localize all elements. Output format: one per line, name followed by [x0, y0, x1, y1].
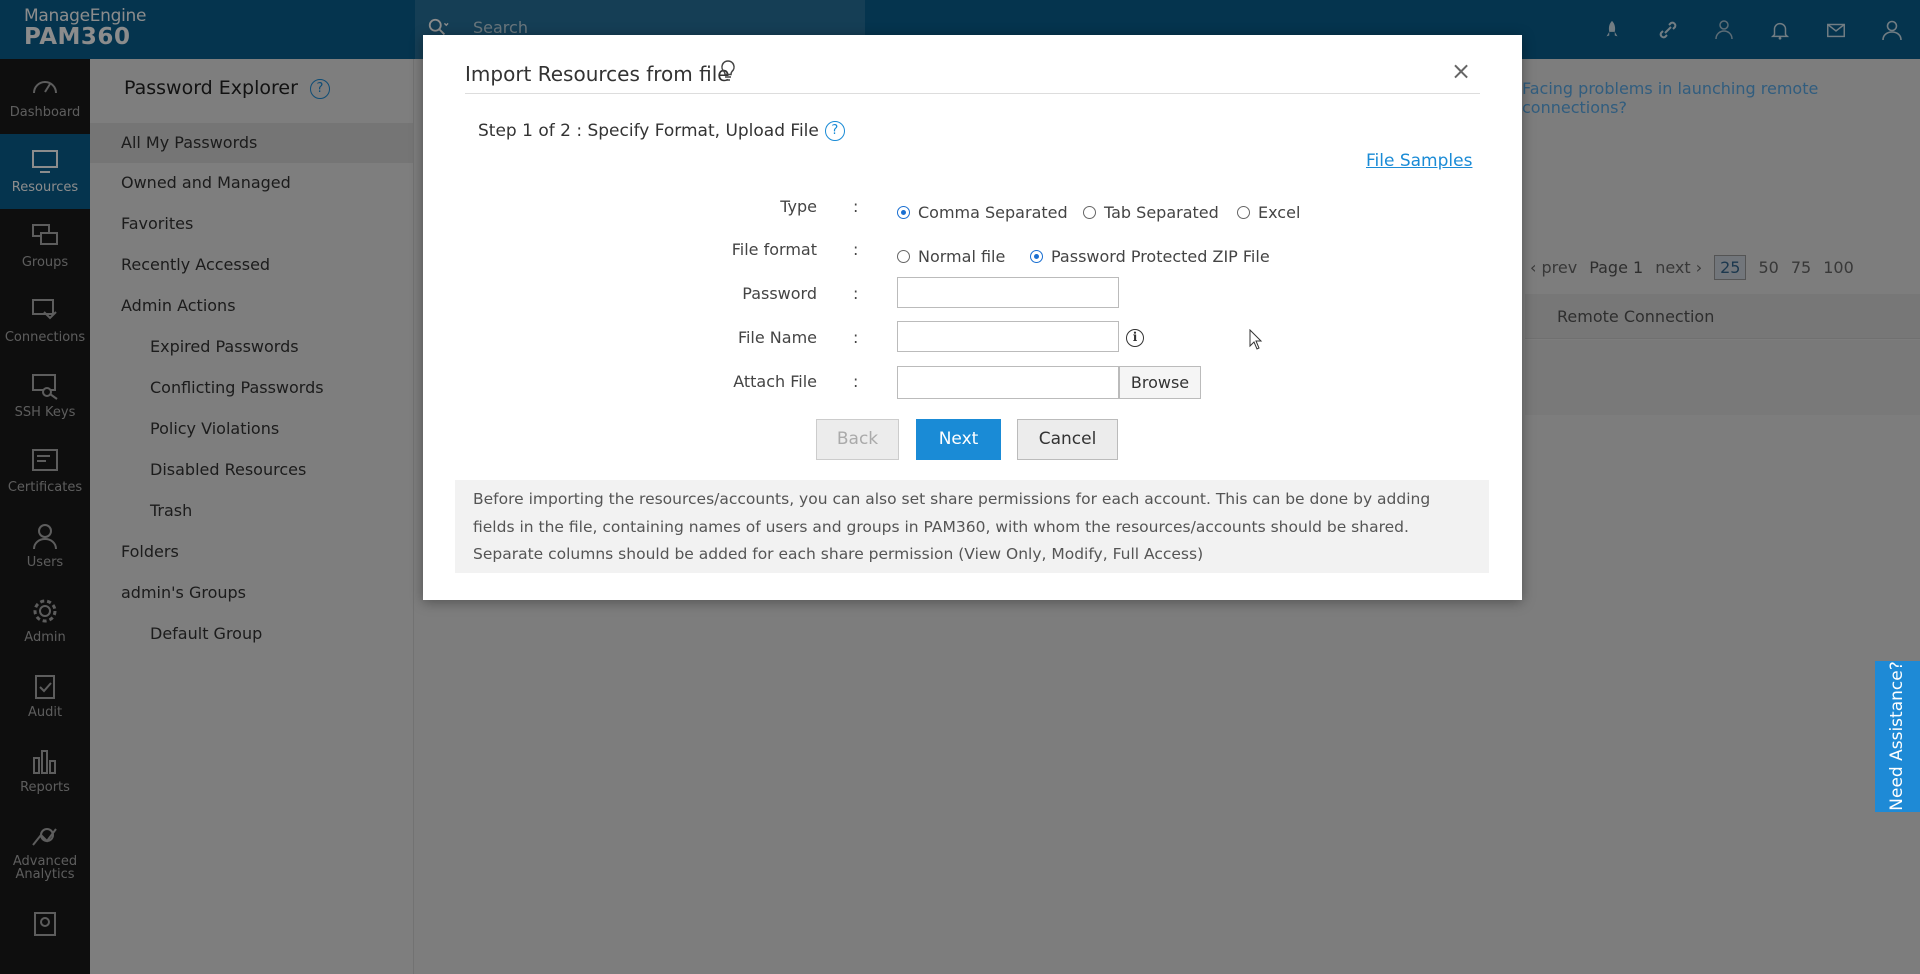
close-icon[interactable]: × — [1451, 57, 1471, 85]
next-button[interactable]: Next — [916, 419, 1001, 460]
radio-label: Normal file — [918, 247, 1006, 266]
colon: : — [853, 240, 859, 259]
radio-label: Password Protected ZIP File — [1051, 247, 1270, 266]
help-icon[interactable]: ? — [824, 121, 845, 141]
need-assistance-label: Need Assistance? — [1887, 661, 1907, 811]
password-label: Password — [742, 284, 817, 303]
file-name-label: File Name — [737, 328, 817, 347]
browse-button[interactable]: Browse — [1119, 366, 1201, 399]
radio-label: Excel — [1258, 203, 1301, 222]
radio-label: Tab Separated — [1104, 203, 1219, 222]
radio-password-protected-zip[interactable]: Password Protected ZIP File — [1030, 247, 1270, 266]
radio-comma-separated[interactable]: Comma Separated — [897, 203, 1068, 222]
cancel-button[interactable]: Cancel — [1017, 419, 1118, 460]
radio-button[interactable] — [1083, 206, 1096, 219]
mouse-cursor-icon — [1249, 329, 1263, 350]
back-button[interactable]: Back — [816, 419, 899, 460]
type-label: Type — [780, 197, 817, 216]
radio-button[interactable] — [1237, 206, 1250, 219]
import-resources-dialog: Import Resources from file × Step 1 of 2… — [423, 35, 1522, 600]
password-input[interactable] — [897, 277, 1119, 308]
dialog-title: Import Resources from file — [465, 62, 730, 86]
colon: : — [853, 197, 859, 216]
radio-button[interactable] — [897, 250, 910, 263]
radio-button[interactable] — [1030, 250, 1043, 263]
radio-label: Comma Separated — [918, 203, 1068, 222]
info-icon[interactable]: i — [1126, 329, 1144, 347]
colon: : — [853, 372, 859, 391]
radio-tab-separated[interactable]: Tab Separated — [1083, 203, 1219, 222]
share-permissions-note: Before importing the resources/accounts,… — [455, 480, 1489, 573]
need-assistance-tab[interactable]: Need Assistance? — [1875, 661, 1920, 812]
title-divider — [465, 93, 1480, 94]
step-heading: Step 1 of 2 : Specify Format, Upload Fil… — [478, 121, 845, 141]
attach-file-label: Attach File — [733, 372, 817, 391]
radio-normal-file[interactable]: Normal file — [897, 247, 1005, 266]
radio-excel[interactable]: Excel — [1237, 203, 1300, 222]
file-name-input[interactable] — [897, 321, 1119, 352]
attach-file-input[interactable] — [897, 366, 1119, 399]
file-format-label: File format — [731, 240, 817, 259]
radio-button[interactable] — [897, 206, 910, 219]
colon: : — [853, 328, 859, 347]
file-samples-link[interactable]: File Samples — [1366, 151, 1472, 171]
lightbulb-icon[interactable] — [720, 60, 736, 82]
step-text: Step 1 of 2 : Specify Format, Upload Fil… — [478, 121, 819, 141]
colon: : — [853, 284, 859, 303]
